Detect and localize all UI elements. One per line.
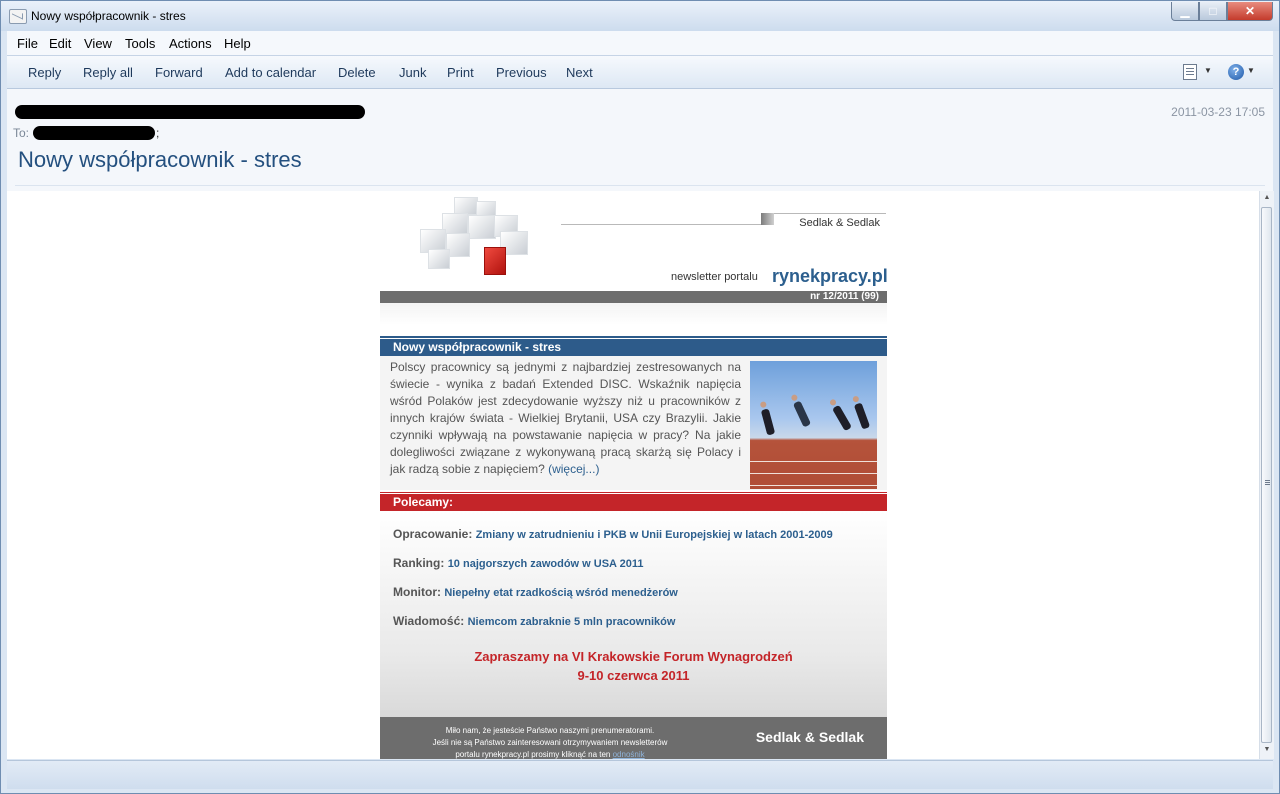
recommend-item: Ranking: 10 najgorszych zawodów w USA 20…: [393, 556, 644, 570]
recommend-item: Monitor: Niepełny etat rzadkością wśród …: [393, 585, 678, 599]
scroll-up-icon[interactable]: ▲: [1262, 194, 1272, 204]
from-redaction: [15, 105, 365, 119]
decorative-line: [761, 213, 886, 214]
vertical-scrollbar[interactable]: ▲ ▼: [1259, 191, 1274, 759]
chevron-down-icon[interactable]: ▼: [1204, 66, 1212, 75]
newsletter-footer: Miło nam, że jesteście Państwo naszymi p…: [380, 717, 887, 759]
footer-brand: Sedlak & Sedlak: [755, 729, 864, 745]
runners-photo[interactable]: [750, 361, 877, 489]
menu-actions[interactable]: Actions: [169, 36, 212, 51]
recommend-item: Wiadomość: Niemcom zabraknie 5 mln praco…: [393, 614, 675, 628]
mail-window: Nowy współpracownik - stres ▁ □ ✕ File E…: [0, 0, 1280, 794]
mail-app-icon: [9, 9, 27, 24]
next-button[interactable]: Next: [566, 65, 593, 80]
recommend-label: Wiadomość:: [393, 614, 465, 628]
section-divider: [380, 492, 887, 493]
chevron-down-icon[interactable]: ▼: [1247, 66, 1255, 75]
to-label: To:: [13, 126, 30, 140]
brand-name: Sedlak & Sedlak: [799, 217, 880, 229]
status-bar: [7, 760, 1273, 789]
to-separator: ;: [156, 126, 160, 140]
footer-line-text: portalu rynekpracy.pl prosimy kliknąć na…: [455, 750, 613, 759]
maximize-button[interactable]: □: [1199, 2, 1227, 21]
recommend-section: Opracowanie: Zmiany w zatrudnieniu i PKB…: [380, 511, 887, 717]
print-button[interactable]: Print: [447, 65, 474, 80]
forum-dates[interactable]: 9-10 czerwca 2011: [380, 668, 887, 683]
footer-line: portalu rynekpracy.pl prosimy kliknąć na…: [400, 749, 700, 759]
scrollbar-thumb[interactable]: [1261, 207, 1272, 743]
recommend-label: Monitor:: [393, 585, 441, 599]
menu-view[interactable]: View: [84, 36, 112, 51]
window-title: Nowy współpracownik - stres: [31, 9, 186, 23]
delete-button[interactable]: Delete: [338, 65, 376, 80]
toolbar: Reply Reply all Forward Add to calendar …: [7, 56, 1273, 89]
minimize-icon: ▁: [1180, 4, 1190, 18]
add-to-calendar-button[interactable]: Add to calendar: [225, 65, 316, 80]
menu-help[interactable]: Help: [224, 36, 251, 51]
message-date: 2011-03-23 17:05: [1171, 105, 1265, 119]
menu-edit[interactable]: Edit: [49, 36, 71, 51]
recommend-link[interactable]: Niepełny etat rzadkością wśród menedżeró…: [444, 587, 678, 599]
close-button[interactable]: ✕: [1227, 2, 1273, 21]
newsletter: Sedlak & Sedlak newsletter portalu rynek…: [380, 191, 887, 759]
message-subject: Nowy współpracownik - stres: [18, 147, 302, 172]
menu-tools[interactable]: Tools: [125, 36, 155, 51]
menu-bar: File Edit View Tools Actions Help: [7, 31, 1273, 56]
decorative-bar: [761, 213, 774, 225]
menu-file[interactable]: File: [17, 36, 38, 51]
reply-all-button[interactable]: Reply all: [83, 65, 133, 80]
encoding-icon[interactable]: [1183, 64, 1197, 80]
decorative-strip: [380, 303, 887, 325]
grip-icon: [1265, 480, 1270, 481]
recommend-heading: Polecamy:: [393, 495, 454, 509]
message-header: To: ; 2011-03-23 17:05 Nowy współpracown…: [7, 89, 1273, 191]
previous-button[interactable]: Previous: [496, 65, 547, 80]
recommend-item: Opracowanie: Zmiany w zatrudnieniu i PKB…: [393, 527, 833, 541]
footer-line: Miło nam, że jesteście Państwo naszymi p…: [445, 726, 655, 735]
more-link[interactable]: (więcej...): [548, 462, 599, 476]
site-name-link[interactable]: rynekpracy.pl: [772, 266, 887, 287]
recommend-link[interactable]: 10 najgorszych zawodów w USA 2011: [448, 558, 644, 570]
article: Polscy pracownicy są jednymi z najbardzi…: [380, 356, 887, 490]
forum-invite[interactable]: Zapraszamy na VI Krakowskie Forum Wynagr…: [380, 649, 887, 664]
newsletter-masthead: Sedlak & Sedlak newsletter portalu rynek…: [380, 191, 887, 291]
forward-button[interactable]: Forward: [155, 65, 203, 80]
reply-button[interactable]: Reply: [28, 65, 61, 80]
header-divider: [15, 185, 1265, 186]
junk-button[interactable]: Junk: [399, 65, 426, 80]
maximize-icon: □: [1209, 4, 1217, 18]
title-bar[interactable]: Nowy współpracownik - stres ▁ □ ✕: [1, 1, 1279, 31]
scroll-down-icon[interactable]: ▼: [1262, 746, 1272, 756]
recommend-link[interactable]: Zmiany w zatrudnieniu i PKB w Unii Europ…: [476, 529, 833, 541]
issue-bar: nr 12/2011 (99): [380, 291, 887, 303]
help-icon[interactable]: ?: [1228, 64, 1244, 80]
window-controls: ▁ □ ✕: [1171, 2, 1273, 21]
article-heading: Nowy współpracownik - stres: [393, 340, 562, 354]
article-text: Polscy pracownicy są jednymi z najbardzi…: [390, 359, 741, 478]
recommend-link[interactable]: Niemcom zabraknie 5 mln pracowników: [468, 616, 676, 628]
minimize-button[interactable]: ▁: [1171, 2, 1199, 21]
article-heading-bar: Nowy współpracownik - stres: [380, 339, 887, 356]
footer-line: Jeśli nie są Państwo zainteresowani otrz…: [432, 738, 668, 747]
close-icon: ✕: [1244, 4, 1256, 18]
section-divider: [380, 336, 887, 338]
cubes-logo: [416, 197, 536, 277]
recommend-label: Opracowanie:: [393, 527, 473, 541]
issue-number: nr 12/2011 (99): [810, 291, 879, 302]
recommend-heading-bar: Polecamy:: [380, 494, 887, 511]
to-redaction: [33, 126, 155, 140]
recommend-label: Ranking:: [393, 556, 445, 570]
footer-text: Miło nam, że jesteście Państwo naszymi p…: [400, 725, 700, 759]
unsubscribe-link[interactable]: odnośnik: [613, 750, 645, 759]
decorative-line: [561, 224, 761, 225]
newsletter-label: newsletter portalu: [671, 271, 758, 283]
article-body: Polscy pracownicy są jednymi z najbardzi…: [390, 360, 741, 476]
